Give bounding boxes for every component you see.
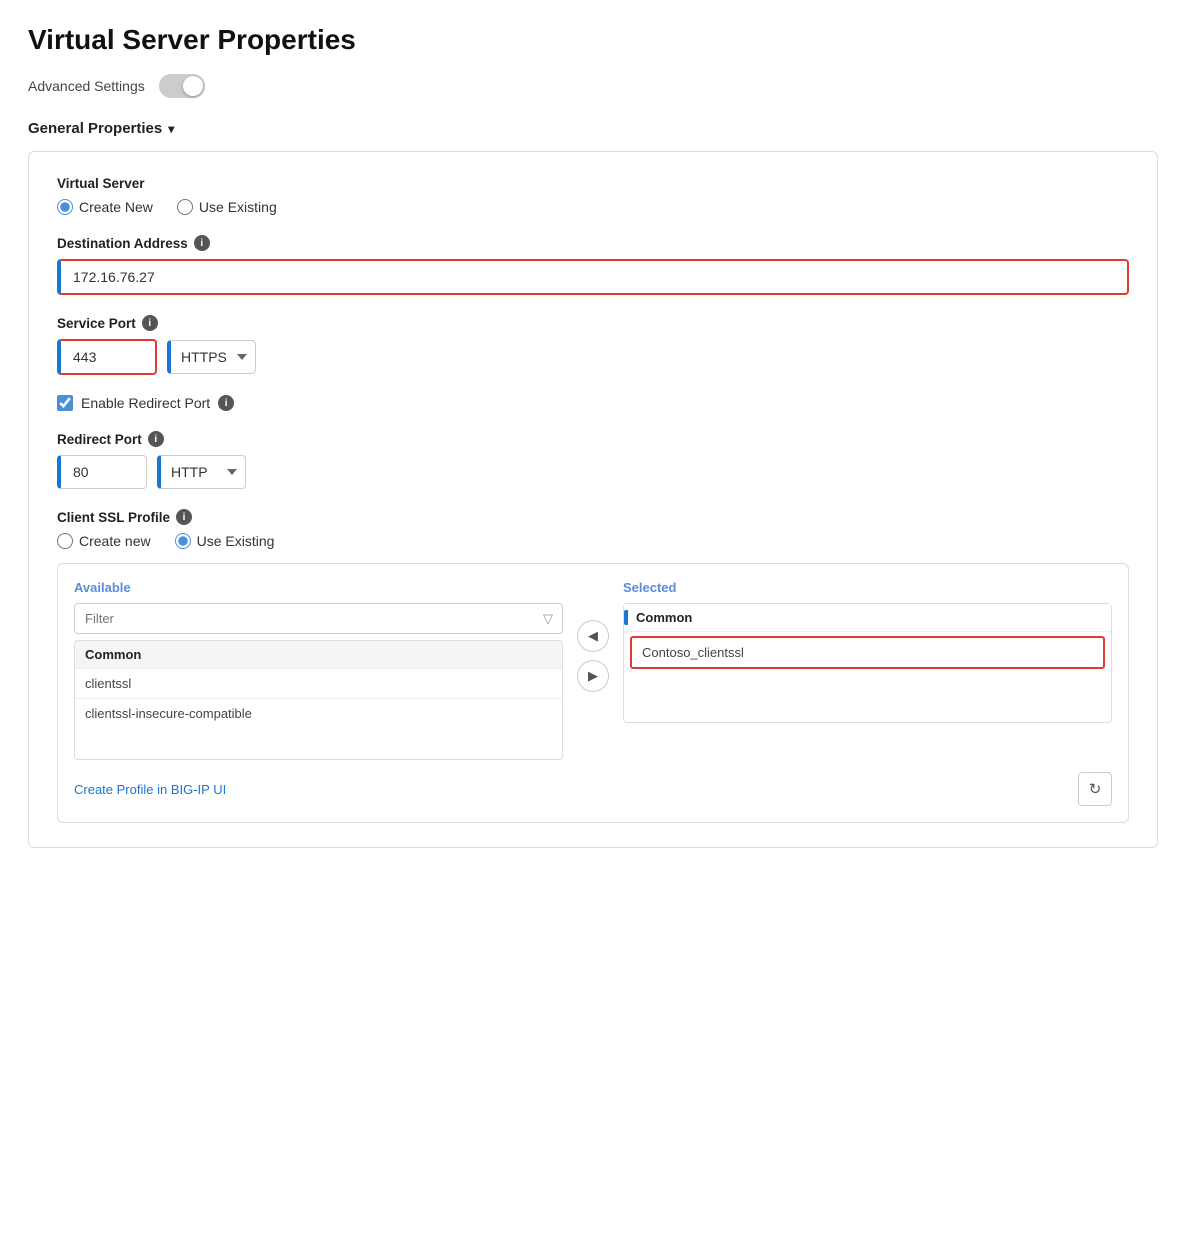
advanced-settings-row: Advanced Settings xyxy=(28,74,1158,98)
create-profile-row: Create Profile in BIG-IP UI ↻ xyxy=(74,772,1112,806)
destination-address-wrapper xyxy=(57,259,1129,295)
general-properties-chevron: ▾ xyxy=(168,122,174,136)
available-item-clientssl[interactable]: clientssl xyxy=(75,669,562,699)
redirect-port-field: Redirect Port i HTTP HTTPS Other xyxy=(57,431,1129,489)
available-group-header-common: Common xyxy=(75,641,562,669)
destination-address-info-icon[interactable]: i xyxy=(194,235,210,251)
client-ssl-profile-info-icon[interactable]: i xyxy=(176,509,192,525)
virtual-server-radio-group: Create New Use Existing xyxy=(57,199,1129,215)
client-ssl-use-existing[interactable]: Use Existing xyxy=(175,533,275,549)
service-port-row: HTTPS HTTP Other xyxy=(57,339,1129,375)
use-existing-label: Use Existing xyxy=(199,199,277,215)
available-panel: Available ▽ Common clientssl clientssl-i… xyxy=(74,580,563,760)
selected-group-name: Common xyxy=(636,610,692,625)
service-port-info-icon[interactable]: i xyxy=(142,315,158,331)
available-label: Available xyxy=(74,580,563,595)
refresh-button[interactable]: ↻ xyxy=(1078,772,1112,806)
enable-redirect-port-checkbox[interactable] xyxy=(57,395,73,411)
client-ssl-create-new[interactable]: Create new xyxy=(57,533,151,549)
general-properties-card: Virtual Server Create New Use Existing D… xyxy=(28,151,1158,848)
selected-panel: Selected Common Contoso_clientssl xyxy=(623,580,1112,723)
dual-list-container: Available ▽ Common clientssl clientssl-i… xyxy=(57,563,1129,823)
available-item-clientssl-insecure[interactable]: clientssl-insecure-compatible xyxy=(75,699,562,728)
redirect-port-protocol-select[interactable]: HTTP HTTPS Other xyxy=(157,455,246,489)
destination-address-input[interactable] xyxy=(57,259,1129,295)
selected-label: Selected xyxy=(623,580,1112,595)
filter-icon: ▽ xyxy=(543,611,553,627)
redirect-port-input[interactable] xyxy=(57,455,147,489)
virtual-server-use-existing[interactable]: Use Existing xyxy=(177,199,277,215)
selected-group-header-bar xyxy=(624,610,628,625)
filter-input[interactable] xyxy=(74,603,563,634)
client-ssl-radio-group: Create new Use Existing xyxy=(57,533,1129,549)
redirect-port-info-icon[interactable]: i xyxy=(148,431,164,447)
destination-address-field: Destination Address i xyxy=(57,235,1129,295)
service-port-protocol-select[interactable]: HTTPS HTTP Other xyxy=(167,340,256,374)
client-ssl-profile-section: Client SSL Profile i Create new Use Exis… xyxy=(57,509,1129,823)
general-properties-label: General Properties xyxy=(28,120,162,137)
filter-row: ▽ xyxy=(74,603,563,634)
destination-address-label: Destination Address i xyxy=(57,235,1129,251)
enable-redirect-port-row: Enable Redirect Port i xyxy=(57,395,1129,411)
virtual-server-field: Virtual Server Create New Use Existing xyxy=(57,176,1129,215)
virtual-server-label: Virtual Server xyxy=(57,176,1129,191)
client-ssl-profile-label: Client SSL Profile i xyxy=(57,509,1129,525)
available-list-box: Common clientssl clientssl-insecure-comp… xyxy=(74,640,563,760)
redirect-port-label: Redirect Port i xyxy=(57,431,1129,447)
create-new-label: Create New xyxy=(79,199,153,215)
enable-redirect-port-label: Enable Redirect Port xyxy=(81,395,210,411)
service-port-label: Service Port i xyxy=(57,315,1129,331)
dual-list-layout: Available ▽ Common clientssl clientssl-i… xyxy=(74,580,1112,760)
redirect-port-row: HTTP HTTPS Other xyxy=(57,455,1129,489)
advanced-settings-toggle[interactable] xyxy=(159,74,205,98)
advanced-settings-label: Advanced Settings xyxy=(28,78,145,94)
client-ssl-create-new-label: Create new xyxy=(79,533,151,549)
selected-item-contoso[interactable]: Contoso_clientssl xyxy=(630,636,1105,669)
transfer-left-button[interactable]: ◀ xyxy=(577,620,609,652)
create-profile-link[interactable]: Create Profile in BIG-IP UI xyxy=(74,782,226,797)
service-port-input[interactable] xyxy=(57,339,157,375)
virtual-server-create-new[interactable]: Create New xyxy=(57,199,153,215)
transfer-right-button[interactable]: ▶ xyxy=(577,660,609,692)
client-ssl-use-existing-label: Use Existing xyxy=(197,533,275,549)
general-properties-header[interactable]: General Properties ▾ xyxy=(28,120,1158,137)
enable-redirect-port-info-icon[interactable]: i xyxy=(218,395,234,411)
service-port-field: Service Port i HTTPS HTTP Other xyxy=(57,315,1129,375)
transfer-buttons: ◀ ▶ xyxy=(577,580,609,692)
selected-group-header-common: Common xyxy=(624,604,1111,632)
selected-list-box: Common Contoso_clientssl xyxy=(623,603,1112,723)
page-title: Virtual Server Properties xyxy=(28,24,1158,56)
